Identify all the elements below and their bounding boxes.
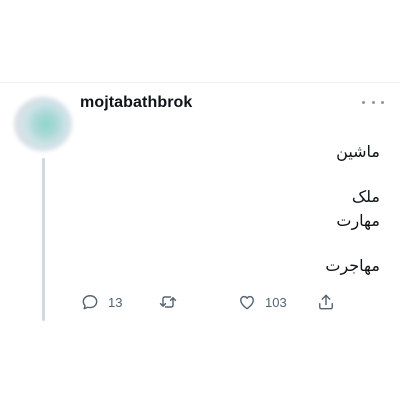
tweet-text: ماشین ملک مهارت مهاجرت xyxy=(80,140,380,278)
like-button[interactable]: 103 xyxy=(237,290,287,314)
heart-icon xyxy=(240,295,254,310)
tweet-view: mojtabathbrok ماشین ملک مهارت مهاجرت 13 xyxy=(0,0,400,400)
more-dots-icon[interactable] xyxy=(362,96,384,108)
share-button[interactable] xyxy=(316,290,336,314)
like-count: 103 xyxy=(265,294,287,310)
tweet-line: مهاجرت xyxy=(325,256,380,275)
avatar[interactable] xyxy=(14,97,72,151)
retweet-button[interactable] xyxy=(158,290,178,314)
tweet-line: ملک xyxy=(351,187,380,206)
speech-bubble-icon xyxy=(82,295,98,310)
tweet-line: ماشین xyxy=(336,142,380,161)
tweet-line: مهارت xyxy=(336,211,380,230)
reply-count: 13 xyxy=(108,294,123,310)
reply-button[interactable]: 13 xyxy=(80,290,122,314)
share-upload-icon xyxy=(319,294,333,310)
action-bar: 13 103 xyxy=(0,290,400,314)
top-divider xyxy=(0,82,400,83)
username[interactable]: mojtabathbrok xyxy=(80,94,192,112)
retweet-arrows-icon xyxy=(159,296,177,308)
